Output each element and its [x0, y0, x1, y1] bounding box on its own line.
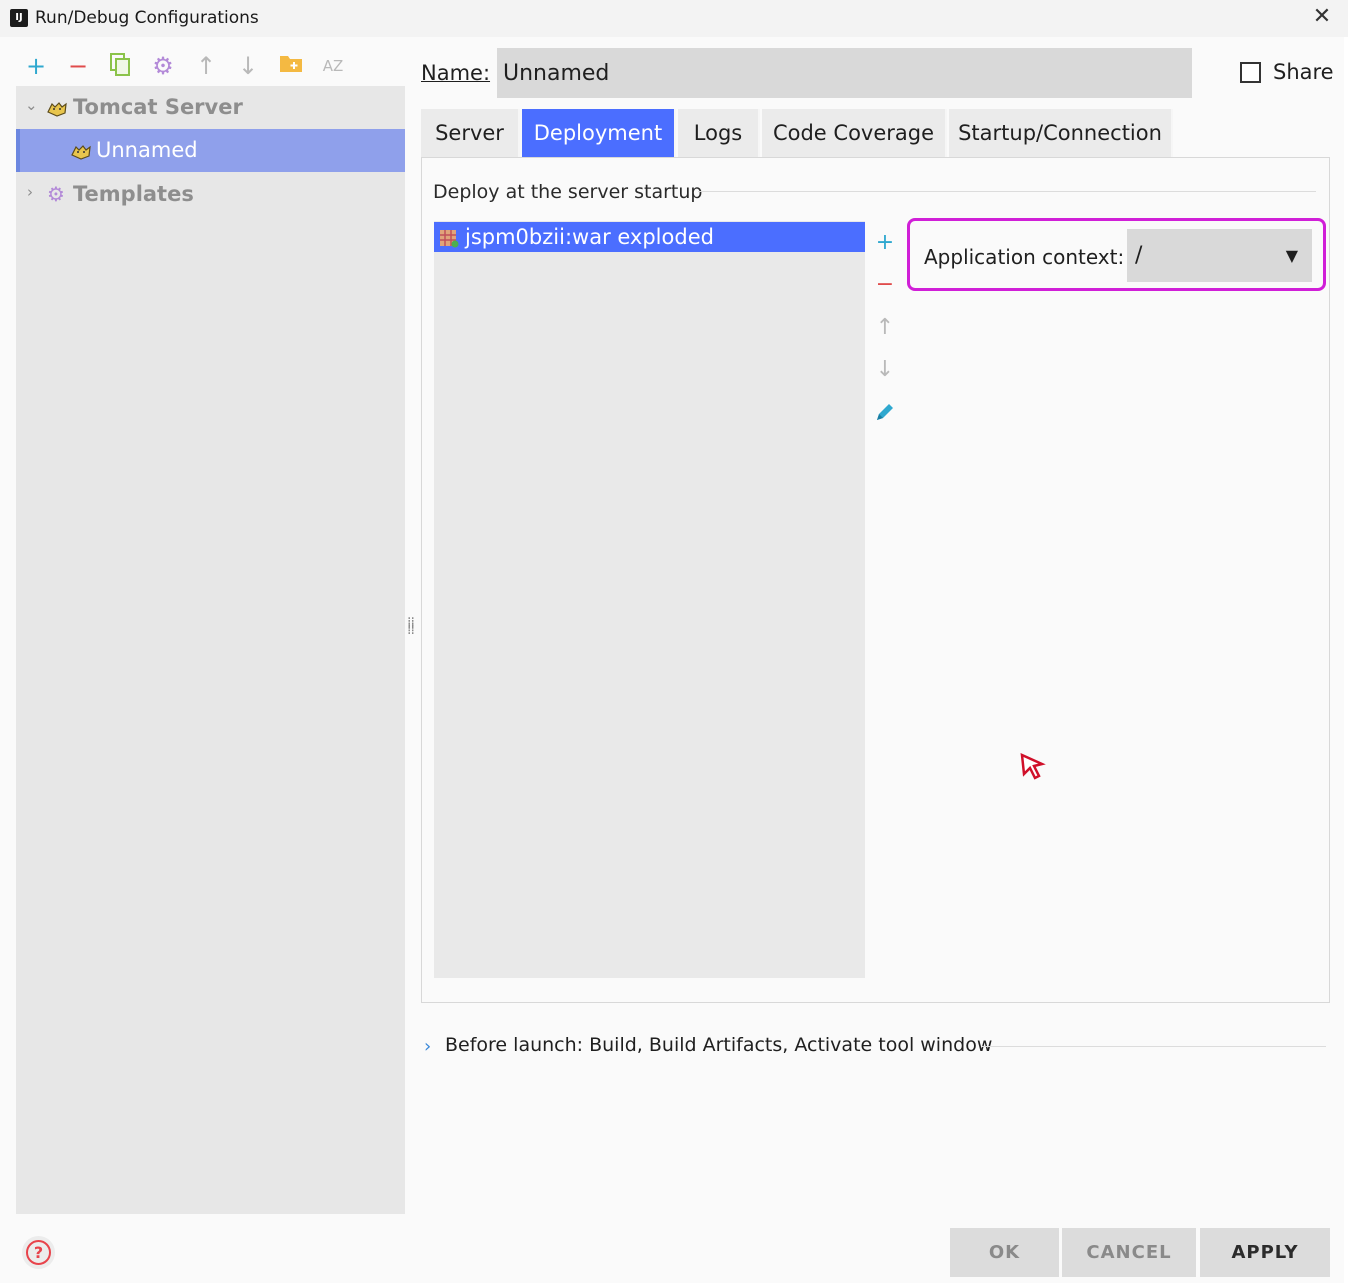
- remove-icon[interactable]: −: [64, 52, 92, 80]
- context-dropdown[interactable]: / ▼: [1127, 229, 1312, 282]
- tab-deployment[interactable]: Deployment: [522, 109, 676, 157]
- name-label-text: Name:: [421, 61, 491, 85]
- tree-item-label: Unnamed: [96, 138, 198, 162]
- section-title: Deploy at the server startup: [433, 181, 703, 203]
- gear-icon: ⚙: [47, 182, 65, 206]
- move-up-icon[interactable]: ↑: [873, 316, 897, 340]
- chevron-down-icon[interactable]: ⌄: [25, 98, 39, 113]
- tab-logs[interactable]: Logs: [678, 109, 760, 157]
- help-icon: ?: [26, 1240, 51, 1265]
- edit-pencil-icon[interactable]: [873, 401, 897, 425]
- move-up-icon[interactable]: ↑: [192, 52, 220, 80]
- chevron-right-icon[interactable]: ›: [424, 1036, 431, 1057]
- chevron-right-icon[interactable]: ›: [27, 185, 41, 200]
- title-bar: IJ Run/Debug Configurations ✕: [0, 0, 1348, 37]
- config-tree: ⌄ Tomcat Server Unnamed › ⚙ Templates: [16, 86, 405, 1214]
- before-launch-divider: [982, 1046, 1326, 1047]
- tab-code-coverage[interactable]: Code Coverage: [762, 109, 947, 157]
- sort-az-icon[interactable]: AZ: [319, 52, 347, 80]
- add-icon[interactable]: +: [22, 52, 50, 80]
- artifact-list[interactable]: jspm0bzii:war exploded: [434, 221, 865, 978]
- window-title: Run/Debug Configurations: [35, 8, 259, 28]
- add-artifact-icon[interactable]: +: [873, 231, 897, 255]
- splitter-handle[interactable]: ⁞⁞ ⁞⁞: [407, 616, 415, 642]
- section-divider: [698, 191, 1316, 192]
- mouse-cursor-icon: [1020, 752, 1046, 780]
- list-item[interactable]: jspm0bzii:war exploded: [434, 222, 865, 252]
- war-artifact-icon: [440, 230, 459, 248]
- folder-add-icon[interactable]: [277, 52, 305, 80]
- artifact-label: jspm0bzii:war exploded: [465, 225, 714, 249]
- name-input[interactable]: [497, 48, 1192, 98]
- remove-artifact-icon[interactable]: −: [873, 273, 897, 297]
- tree-group-label: Tomcat Server: [73, 95, 243, 119]
- config-toolbar: + − ⚙ ↑ ↓ AZ: [16, 48, 406, 84]
- name-label: Name:: [421, 61, 490, 85]
- move-down-icon[interactable]: ↓: [873, 358, 897, 382]
- dropdown-arrow-icon: ▼: [1285, 246, 1298, 265]
- tree-group-templates[interactable]: › ⚙ Templates: [16, 173, 405, 216]
- cancel-button[interactable]: CANCEL: [1062, 1228, 1196, 1277]
- apply-button[interactable]: APPLY: [1200, 1228, 1330, 1277]
- before-launch-label[interactable]: Before launch: Build, Build Artifacts, A…: [445, 1034, 992, 1056]
- share-checkbox[interactable]: [1240, 62, 1261, 83]
- copy-icon[interactable]: [106, 52, 134, 80]
- tab-startup-connection[interactable]: Startup/Connection: [949, 109, 1173, 157]
- settings-gear-icon[interactable]: ⚙: [149, 52, 177, 80]
- tree-item-unnamed[interactable]: Unnamed: [16, 129, 405, 172]
- tomcat-icon: [47, 102, 67, 117]
- tab-server[interactable]: Server: [421, 109, 520, 157]
- move-down-icon[interactable]: ↓: [234, 52, 262, 80]
- tomcat-icon: [71, 145, 91, 160]
- context-label: Application context:: [924, 245, 1125, 269]
- tree-group-tomcat[interactable]: ⌄ Tomcat Server: [16, 86, 405, 129]
- tree-templates-label: Templates: [73, 182, 194, 206]
- share-label: Share: [1273, 60, 1334, 84]
- help-button[interactable]: ?: [22, 1236, 55, 1269]
- close-button[interactable]: ✕: [1310, 5, 1334, 29]
- window-edge: [1344, 37, 1348, 1283]
- ok-button[interactable]: OK: [950, 1228, 1059, 1277]
- context-value: /: [1135, 243, 1143, 268]
- intellij-app-icon: IJ: [8, 7, 30, 29]
